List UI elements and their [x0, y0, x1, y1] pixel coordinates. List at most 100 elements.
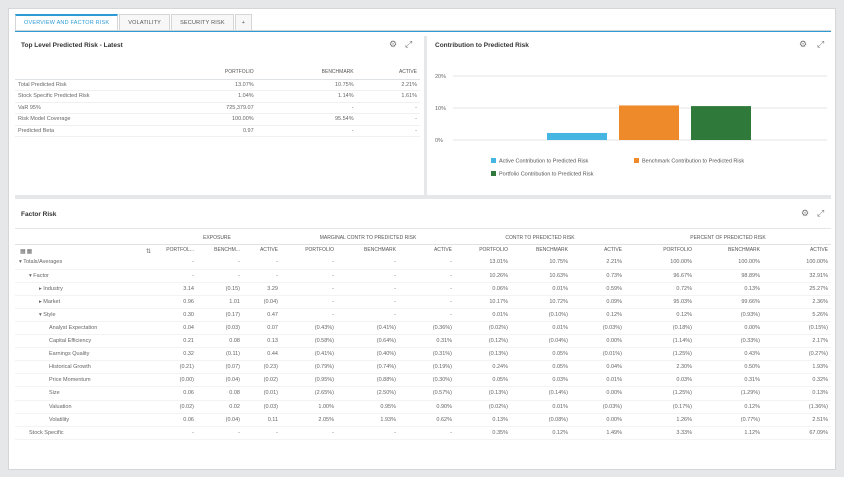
table-cell: - [197, 256, 243, 270]
group-contr: CONTR TO PREDICTED RISK [455, 232, 625, 245]
table-cell: - [399, 308, 455, 322]
expand-icon[interactable]: ⤢ [817, 208, 824, 219]
row-label: Earnings Quality [15, 347, 153, 362]
table-row[interactable]: Analyst Expectation 0.04 (0.03) 0.07 (0.43%)… [15, 321, 831, 336]
cell-benchmark: 95.54% [256, 113, 357, 126]
col-header[interactable]: ACTIVE [763, 244, 831, 256]
table-cell: 10.26% [455, 269, 511, 283]
app-frame: OVERVIEW AND FACTOR RISK VOLATILITY SECU… [8, 8, 836, 470]
table-cell: 0.06 [153, 386, 197, 401]
table-row[interactable]: ▾ Totals/Averages - - - - - -13.01% 10.75% 2.21%… [15, 256, 831, 270]
table-cell: - [153, 269, 197, 283]
row-label: VaR 95% [15, 102, 165, 114]
gear-icon[interactable]: ⚙ [389, 39, 397, 50]
table-cell: (1.29%) [695, 386, 763, 401]
expand-icon[interactable]: ⤢ [405, 39, 412, 50]
tab-security-risk[interactable]: SECURITY RISK [171, 14, 234, 30]
table-cell: 0.31% [399, 334, 455, 349]
table-row[interactable]: Volatility 0.06 (0.04) 0.11 2.05% 1.93% 0.62% 0… [15, 413, 831, 427]
table-cell: - [281, 282, 337, 296]
table-cell: 96.67% [625, 269, 695, 283]
col-header[interactable]: ACTIVE [571, 244, 625, 256]
table-cell: (0.19%) [399, 360, 455, 375]
table-row[interactable]: VaR 95% 725,379.07- - [15, 102, 420, 114]
col-header[interactable]: BENCHM... [197, 244, 243, 256]
table-cell: - [243, 256, 281, 270]
bar-2[interactable] [691, 106, 751, 140]
col-active[interactable]: ACTIVE [356, 66, 420, 80]
table-cell: - [281, 295, 337, 309]
column-header-row: PORTFOL... BENCHM... ACTIVE PORTFOLIO BENCHM… [15, 244, 831, 256]
table-cell: - [281, 256, 337, 270]
table-cell: 10.63% [511, 269, 571, 283]
group-header-row: EXPOSURE MARGINAL CONTR TO PREDICTED RIS… [15, 232, 831, 245]
table-cell: (0.17) [197, 308, 243, 322]
col-header[interactable]: PORTFOLIO [455, 244, 511, 256]
table-cell: (0.04) [197, 373, 243, 388]
table-cell: 10.17% [455, 295, 511, 309]
legend-item: Portfolio Contribution to Predicted Risk [491, 171, 593, 178]
legend-swatch [491, 171, 496, 176]
table-row[interactable]: ▾ Factor - - - - - -10.26% 10.63% 0.73% 96.67% 98.… [15, 269, 831, 283]
tab-accent-line [15, 31, 831, 32]
table-row[interactable]: Risk Model Coverage 100.00% 95.54% - [15, 113, 420, 126]
col-header[interactable]: BENCHMARK [511, 244, 571, 256]
col-header[interactable]: PORTFOLIO [625, 244, 695, 256]
table-row[interactable]: Stock Specific - - - - - -0.35% 0.12% 1.49% 3.33%… [15, 426, 831, 440]
row-label: Size [15, 386, 153, 401]
table-cell: (0.57%) [399, 386, 455, 401]
table-cell: (0.77%) [695, 413, 763, 427]
legend-item: Benchmark Contribution to Predicted Risk [634, 158, 744, 165]
bar-0[interactable] [547, 132, 607, 140]
group-marginal-contr: MARGINAL CONTR TO PREDICTED RISK [281, 232, 455, 245]
table-row[interactable]: Stock Specific Predicted Risk 1.04% 1.14% 1… [15, 90, 420, 103]
col-header[interactable]: ACTIVE [243, 244, 281, 256]
add-tab-button[interactable]: + [234, 14, 253, 30]
table-cell: 5.26% [763, 308, 831, 322]
table-row[interactable]: Valuation (0.02) 0.02 (0.03) 1.00% 0.95% 0.90%… [15, 400, 831, 414]
col-header[interactable]: PORTFOLIO [281, 244, 337, 256]
col-header[interactable]: BENCHMARK [337, 244, 399, 256]
table-cell: 0.43% [695, 347, 763, 362]
cell-benchmark: - [256, 102, 357, 114]
table-cell: 1.00% [281, 400, 337, 414]
col-header[interactable]: PORTFOL... [153, 244, 197, 256]
table-cell: 1.93% [337, 413, 399, 427]
table-cell: 0.05% [511, 347, 571, 362]
cell-benchmark: 1.14% [256, 90, 357, 103]
table-row[interactable]: Earnings Quality 0.32 (0.11) 0.44 (0.41%) (0.… [15, 347, 831, 362]
table-cell: (0.27%) [763, 347, 831, 362]
table-cell: (0.01%) [571, 347, 625, 362]
section-divider [15, 195, 831, 199]
table-cell: (0.15%) [763, 321, 831, 336]
table-cell: (0.02) [153, 400, 197, 414]
tab-overview-factor-risk[interactable]: OVERVIEW AND FACTOR RISK [15, 14, 119, 30]
col-header[interactable]: BENCHMARK [695, 244, 763, 256]
gear-icon[interactable]: ⚙ [801, 208, 809, 219]
bar-1[interactable] [619, 105, 679, 140]
top-level-risk-panel: Top Level Predicted Risk - Latest ⚙ ⤢ PO… [15, 36, 420, 191]
table-cell: - [243, 269, 281, 283]
tab-volatility[interactable]: VOLATILITY [119, 14, 171, 30]
table-cell: 0.12% [625, 308, 695, 322]
table-row[interactable]: Total Predicted Risk 13.07% 10.75% 2.21% [15, 79, 420, 91]
table-row[interactable]: ▸ Industry 3.14 (0.15) 3.29- - -0.06% 0.01% 0.5… [15, 282, 831, 296]
col-benchmark[interactable]: BENCHMARK [256, 66, 357, 80]
table-row[interactable]: ▾ Style 0.30 (0.17) 0.47- - -0.01% (0.10%) 0.12… [15, 308, 831, 322]
col-header[interactable]: ACTIVE [399, 244, 455, 256]
table-row[interactable]: Historical Growth (0.21) (0.07) (0.23) (0.79… [15, 360, 831, 375]
table-row[interactable]: ▸ Market 0.96 1.01 (0.04) - - -10.17% 10.72% 0.0… [15, 295, 831, 309]
table-cell: (0.03%) [571, 321, 625, 336]
col-portfolio[interactable]: PORTFOLIO [165, 66, 257, 80]
table-row[interactable]: Price Momentum (0.00) (0.04) (0.02) (0.95%)(… [15, 373, 831, 388]
table-cell: 1.01 [197, 295, 243, 309]
table-row[interactable]: Predicted Beta 0.97- - [15, 125, 420, 137]
cell-active: - [356, 102, 420, 114]
table-cell: 100.00% [763, 256, 831, 270]
legend-swatch [634, 158, 639, 163]
table-cell: (0.17%) [625, 400, 695, 414]
table-cell: 3.33% [625, 426, 695, 440]
table-row[interactable]: Capital Efficiency 0.21 0.08 0.13 (0.58%) (0.… [15, 334, 831, 349]
table-cell: 2.51% [763, 413, 831, 427]
table-row[interactable]: Size 0.06 0.08 (0.01) (2.65%) (2.50%) (0.57%)(… [15, 386, 831, 401]
